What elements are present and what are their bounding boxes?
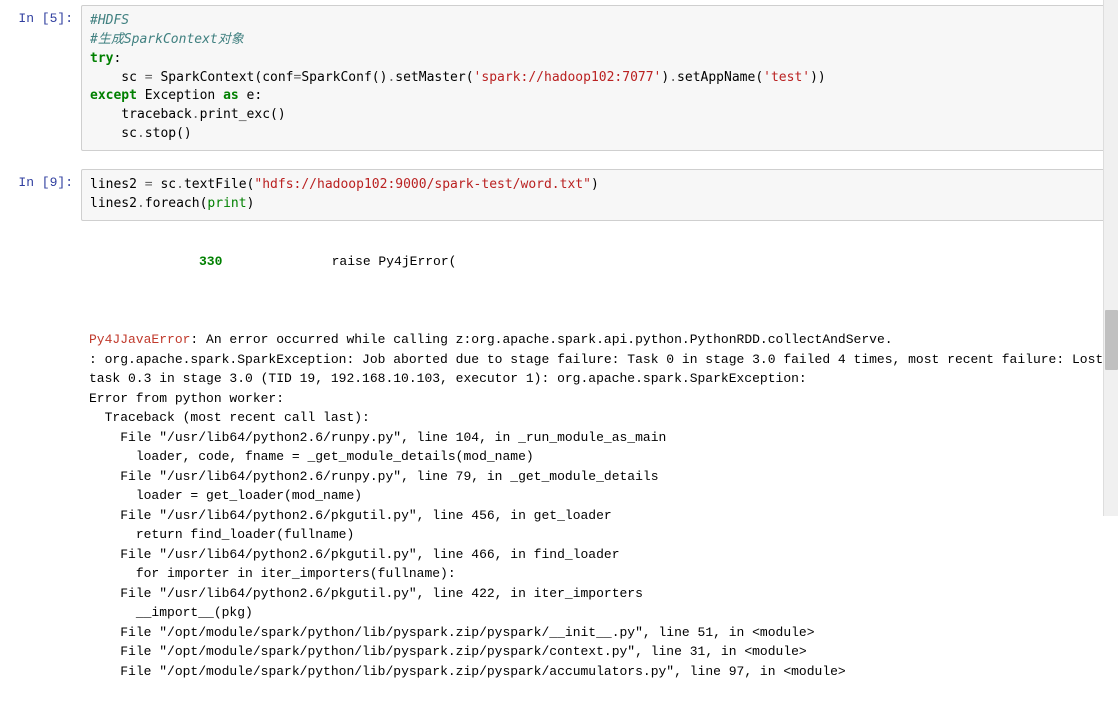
error-message: An error occurred while calling z:org.ap… — [206, 332, 893, 347]
raise-line: 330 raise Py4jError( — [89, 252, 1107, 272]
code-cell: In [5]: #HDFS #生成SparkContext对象 try: sc … — [0, 0, 1118, 156]
output-prompt — [11, 231, 81, 703]
cell-prompt: In [5]: — [11, 5, 81, 151]
traceback-text: : org.apache.spark.SparkException: Job a… — [89, 352, 1107, 679]
cell-prompt: In [9]: — [11, 169, 81, 221]
scrollbar-track[interactable] — [1103, 0, 1118, 516]
error-name: Py4JJavaError — [89, 332, 190, 347]
error-sep: : — [190, 332, 206, 347]
code-input[interactable]: lines2 = sc.textFile("hdfs://hadoop102:9… — [81, 169, 1107, 221]
line-number: 330 — [199, 254, 222, 269]
raise-text — [222, 254, 331, 269]
code-cell: In [9]: lines2 = sc.textFile("hdfs://had… — [0, 164, 1118, 226]
output-text: 330 raise Py4jError( Py4JJavaError: An e… — [81, 231, 1107, 703]
prompt-label: In [5]: — [18, 11, 73, 26]
prompt-label: In [9]: — [18, 175, 73, 190]
raise-code: raise Py4jError( — [332, 254, 457, 269]
scrollbar-thumb[interactable] — [1105, 310, 1118, 370]
cell-gap — [0, 156, 1118, 164]
output-cell: 330 raise Py4jError( Py4JJavaError: An e… — [0, 226, 1118, 708]
code-input[interactable]: #HDFS #生成SparkContext对象 try: sc = SparkC… — [81, 5, 1107, 151]
